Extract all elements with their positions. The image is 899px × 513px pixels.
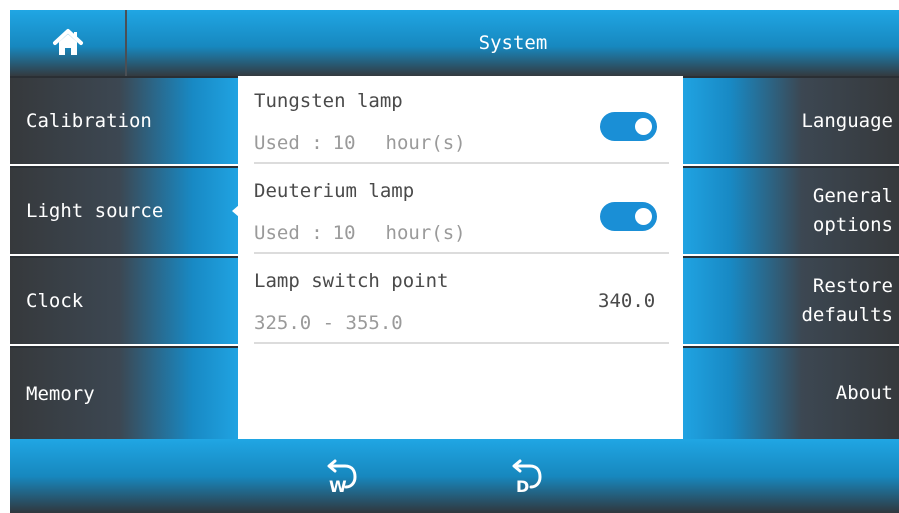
deuterium-used-unit: hour(s): [385, 222, 466, 244]
toggle-knob: [635, 208, 652, 225]
menu-language-label: Language: [801, 109, 893, 132]
d-rotate-button[interactable]: D: [500, 451, 560, 501]
menu-memory[interactable]: Memory: [10, 346, 238, 439]
tungsten-used-value: 10: [332, 132, 356, 154]
rotate-w-icon: W: [327, 459, 357, 496]
menu-calibration-label: Calibration: [26, 110, 152, 132]
menu-general-options-line2: options: [812, 214, 893, 236]
menu-about[interactable]: About: [683, 346, 899, 439]
tungsten-lamp-usage: Used : 10 hour(s): [254, 132, 466, 154]
w-rotate-button[interactable]: W: [315, 451, 375, 501]
page-title: System: [478, 32, 548, 54]
menu-clock-label: Clock: [26, 290, 84, 312]
menu-calibration[interactable]: Calibration: [10, 76, 238, 164]
lamp-switch-point-row[interactable]: Lamp switch point 325.0 - 355.0 340.0: [254, 256, 669, 344]
tungsten-lamp-toggle[interactable]: [600, 112, 657, 141]
menu-restore-defaults-line2: defaults: [801, 304, 893, 326]
menu-general-options[interactable]: General options: [683, 166, 899, 254]
lamp-switch-point-value[interactable]: 340.0: [598, 290, 655, 312]
menu-general-options-line1: General: [812, 185, 893, 207]
system-screen: System Calibration Light source Clock Me…: [10, 10, 899, 513]
menu-restore-defaults[interactable]: Restore defaults: [683, 256, 899, 344]
rotate-d-icon: D: [512, 459, 542, 496]
home-button[interactable]: [10, 10, 127, 76]
tungsten-used-label: Used :: [254, 132, 323, 154]
menu-clock[interactable]: Clock: [10, 256, 238, 344]
header-bar: System: [10, 10, 899, 76]
menu-language[interactable]: Language: [683, 76, 899, 164]
deuterium-lamp-usage: Used : 10 hour(s): [254, 222, 466, 244]
lamp-switch-point-range: 325.0 - 355.0: [254, 312, 403, 334]
tungsten-used-unit: hour(s): [385, 132, 466, 154]
deuterium-used-value: 10: [332, 222, 356, 244]
menu-light-source[interactable]: Light source: [10, 166, 239, 254]
home-icon: [52, 29, 83, 55]
tungsten-lamp-row: Tungsten lamp Used : 10 hour(s): [254, 76, 669, 164]
menu-restore-defaults-line1: Restore: [812, 275, 893, 297]
rotate-d-letter: D: [516, 477, 529, 496]
deuterium-lamp-row: Deuterium lamp Used : 10 hour(s): [254, 166, 669, 254]
right-menu: Language General options Restore default…: [683, 76, 899, 439]
menu-about-label: About: [835, 382, 893, 404]
deuterium-used-label: Used :: [254, 222, 323, 244]
footer-bar: W D: [10, 439, 899, 513]
rotate-w-letter: W: [329, 477, 347, 496]
lamp-switch-point-title: Lamp switch point: [254, 270, 449, 292]
settings-panel: Tungsten lamp Used : 10 hour(s) Deuterium …: [238, 76, 683, 439]
toggle-knob: [635, 118, 652, 135]
menu-memory-label: Memory: [26, 382, 95, 405]
tungsten-lamp-title: Tungsten lamp: [254, 90, 403, 112]
menu-light-source-label: Light source: [26, 200, 164, 222]
deuterium-lamp-title: Deuterium lamp: [254, 180, 415, 202]
deuterium-lamp-toggle[interactable]: [600, 202, 657, 231]
left-menu: Calibration Light source Clock Memory: [10, 76, 239, 439]
